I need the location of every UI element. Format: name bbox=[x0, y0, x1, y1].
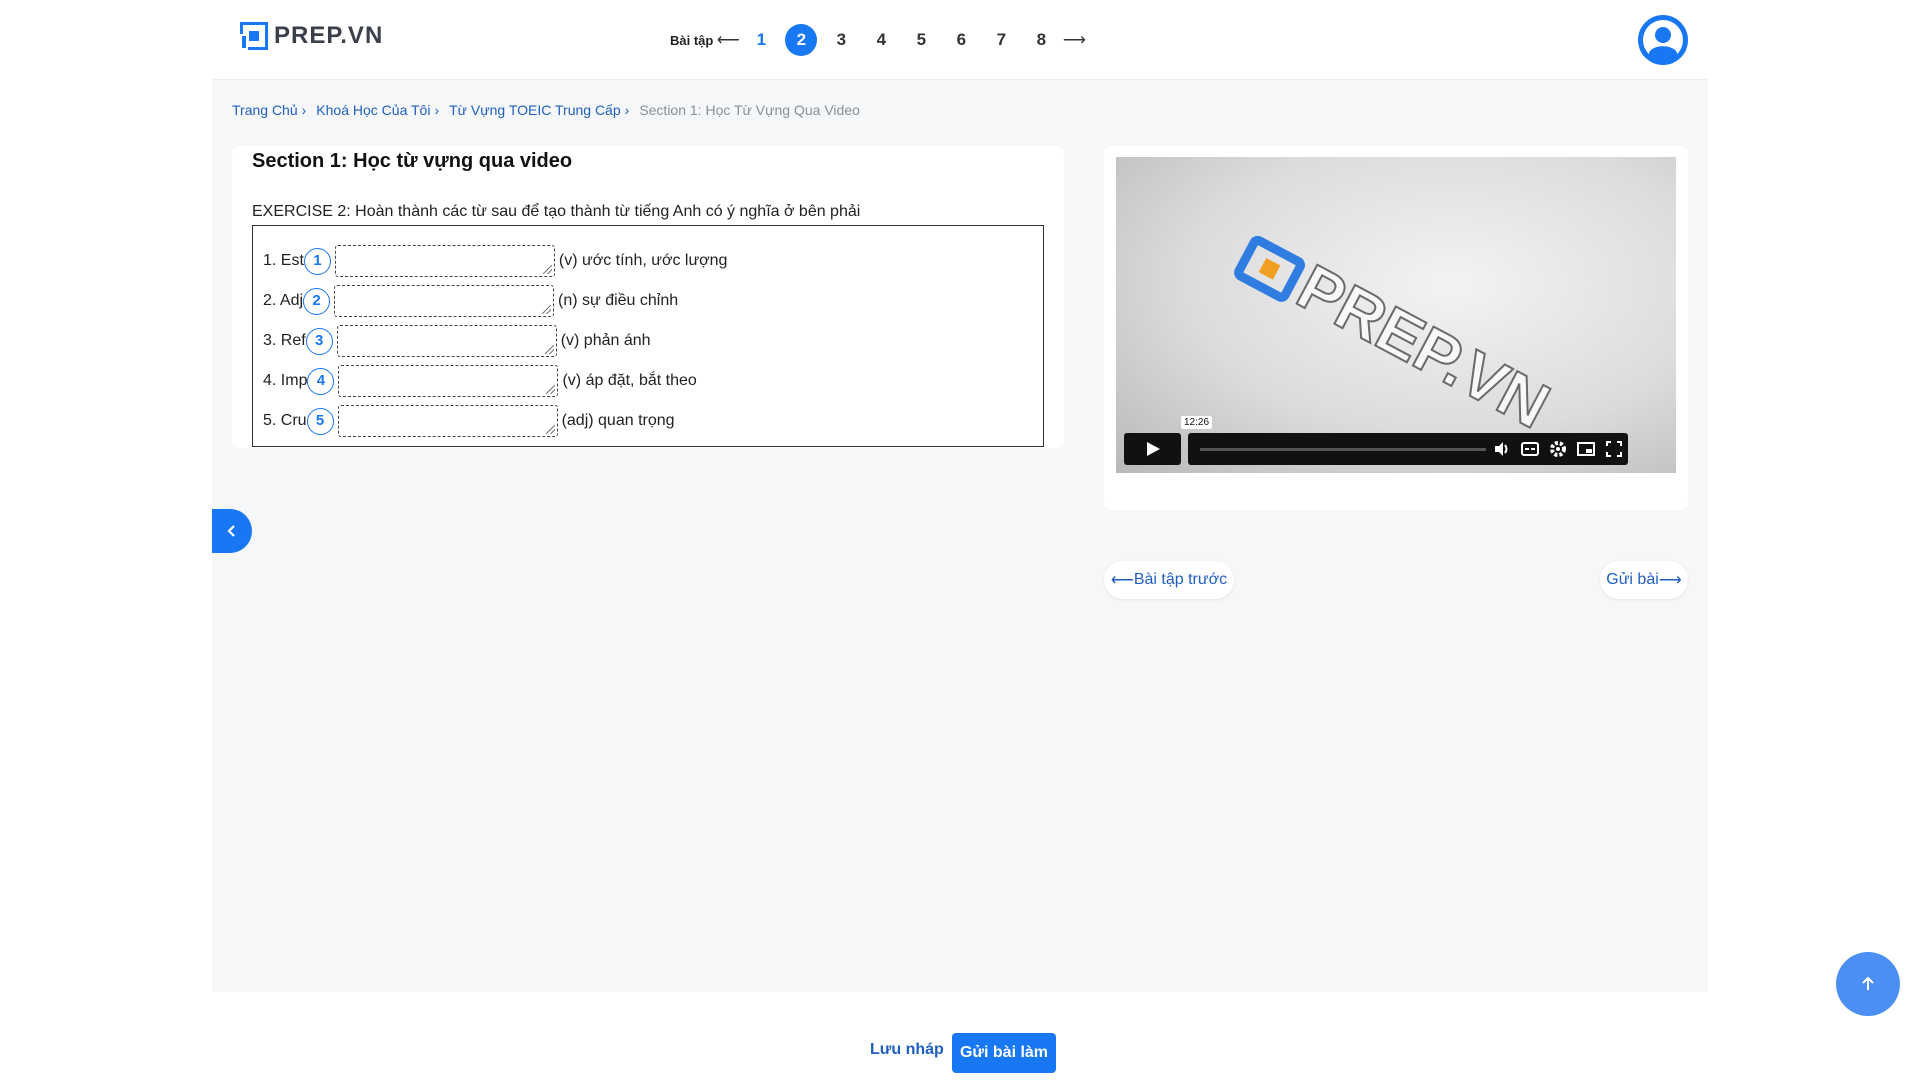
exercise-pager: Bài tập ⟵ 1 2 3 4 5 6 7 8 ⟶ bbox=[670, 24, 1087, 56]
save-draft-button[interactable]: Lưu nháp bbox=[870, 1041, 944, 1059]
pager-page-2[interactable]: 2 bbox=[785, 24, 818, 56]
arrow-right-icon: ⟶ bbox=[1658, 572, 1682, 589]
logo[interactable]: PREP.VN bbox=[239, 21, 384, 51]
question-number-badge: 5 bbox=[306, 407, 334, 435]
breadcrumb-course[interactable]: Từ Vựng TOEIC Trung Cấp bbox=[449, 102, 621, 118]
sidebar-toggle-button[interactable] bbox=[212, 509, 252, 553]
word-prefix: 2. Adj bbox=[263, 292, 304, 309]
breadcrumb-my-courses[interactable]: Khoá Học Của Tôi bbox=[316, 102, 430, 118]
user-icon bbox=[1643, 20, 1683, 60]
breadcrumb-separator: › bbox=[624, 102, 630, 118]
question-number-badge: 1 bbox=[303, 247, 331, 275]
exercise-row-5: 5. Cru 5 (adj) quan trọng bbox=[263, 403, 675, 439]
section-title: Section 1: Học từ vựng qua video bbox=[252, 150, 573, 172]
breadcrumb-home[interactable]: Trang Chủ bbox=[232, 102, 298, 118]
scroll-to-top-button[interactable] bbox=[1836, 952, 1900, 1016]
video-card: PREP.VN 12:26 bbox=[1104, 146, 1688, 510]
pip-icon[interactable] bbox=[1576, 439, 1596, 459]
play-icon bbox=[1147, 442, 1160, 456]
word-meaning: (n) sự điều chỉnh bbox=[558, 292, 679, 309]
pager-page-1[interactable]: 1 bbox=[741, 24, 781, 56]
question-number-badge: 2 bbox=[303, 287, 331, 315]
word-meaning: (v) phản ánh bbox=[560, 332, 651, 349]
pager-label: Bài tập bbox=[670, 32, 714, 48]
logo-text: PREP.VN bbox=[274, 22, 384, 49]
pager-prev-arrow[interactable]: ⟵ bbox=[715, 30, 741, 50]
question-number-badge: 3 bbox=[305, 327, 333, 355]
arrow-left-icon: ⟵ bbox=[1110, 572, 1134, 589]
volume-icon[interactable] bbox=[1492, 439, 1512, 459]
exercise-card: Section 1: Học từ vựng qua video EXERCIS… bbox=[232, 146, 1064, 448]
previous-exercise-button[interactable]: ⟵ Bài tập trước bbox=[1104, 561, 1234, 599]
answer-input-4[interactable] bbox=[338, 365, 559, 397]
video-progress-bar[interactable] bbox=[1200, 448, 1486, 451]
time-tooltip: 12:26 bbox=[1181, 416, 1213, 429]
word-prefix: 3. Ref bbox=[263, 332, 306, 349]
settings-icon[interactable] bbox=[1548, 439, 1568, 459]
answer-input-3[interactable] bbox=[336, 325, 557, 357]
word-meaning: (v) ước tính, ước lượng bbox=[558, 252, 728, 269]
chevron-left-icon bbox=[227, 525, 235, 537]
pager-page-8[interactable]: 8 bbox=[1021, 24, 1061, 56]
submit-exercise-label: Gửi bài bbox=[1606, 571, 1659, 588]
word-meaning: (v) áp đặt, bắt theo bbox=[562, 372, 697, 389]
pager-page-4[interactable]: 4 bbox=[861, 24, 901, 56]
breadcrumb-current: Section 1: Học Từ Vựng Qua Video bbox=[639, 102, 860, 118]
previous-exercise-label: Bài tập trước bbox=[1133, 571, 1228, 588]
prep-logo-icon bbox=[239, 21, 269, 51]
exercise-box: 1. Est 1 (v) ước tính, ước lượng 2. Adj … bbox=[252, 225, 1044, 447]
exercise-row-1: 1. Est 1 (v) ước tính, ước lượng bbox=[263, 243, 727, 279]
video-watermark-text: PREP.VN bbox=[1286, 250, 1561, 442]
exercise-row-2: 2. Adj 2 (n) sự điều chỉnh bbox=[263, 283, 678, 319]
captions-icon[interactable] bbox=[1520, 439, 1540, 459]
pager-page-3[interactable]: 3 bbox=[821, 24, 861, 56]
breadcrumb: Trang Chủ › Khoá Học Của Tôi › Từ Vựng T… bbox=[232, 102, 860, 118]
pager-page-6[interactable]: 6 bbox=[941, 24, 981, 56]
exercise-instruction: EXERCISE 2: Hoàn thành các từ sau để tạo… bbox=[252, 203, 861, 220]
question-number-badge: 4 bbox=[307, 367, 335, 395]
pager-page-7[interactable]: 7 bbox=[981, 24, 1021, 56]
answer-input-5[interactable] bbox=[337, 405, 558, 437]
word-prefix: 5. Cru bbox=[263, 412, 307, 429]
breadcrumb-separator: › bbox=[301, 102, 307, 118]
play-button[interactable] bbox=[1124, 433, 1181, 465]
pager-page-5[interactable]: 5 bbox=[901, 24, 941, 56]
avatar[interactable] bbox=[1638, 15, 1688, 65]
page-container: PREP.VN Bài tập ⟵ 1 2 3 4 5 6 7 8 ⟶ Tran… bbox=[212, 0, 1708, 992]
video-player[interactable]: PREP.VN 12:26 bbox=[1116, 157, 1676, 473]
word-meaning: (adj) quan trọng bbox=[561, 412, 675, 429]
arrow-up-icon bbox=[1862, 976, 1874, 990]
submit-exercise-button[interactable]: Gửi bài ⟶ bbox=[1600, 561, 1688, 599]
fullscreen-icon[interactable] bbox=[1604, 439, 1624, 459]
breadcrumb-separator: › bbox=[434, 102, 440, 118]
word-prefix: 4. Imp bbox=[263, 372, 308, 389]
exercise-row-4: 4. Imp 4 (v) áp đặt, bắt theo bbox=[263, 363, 697, 399]
answer-input-2[interactable] bbox=[334, 285, 555, 317]
answer-input-1[interactable] bbox=[334, 245, 555, 277]
word-prefix: 1. Est bbox=[263, 252, 304, 269]
top-bar: PREP.VN Bài tập ⟵ 1 2 3 4 5 6 7 8 ⟶ bbox=[212, 0, 1708, 80]
submit-answers-button[interactable]: Gửi bài làm bbox=[952, 1033, 1056, 1073]
video-controls bbox=[1188, 433, 1628, 465]
pager-next-arrow[interactable]: ⟶ bbox=[1061, 30, 1087, 50]
bottom-action-bar: Lưu nháp Gửi bài làm bbox=[0, 1024, 1920, 1080]
exercise-row-3: 3. Ref 3 (v) phản ánh bbox=[263, 323, 651, 359]
